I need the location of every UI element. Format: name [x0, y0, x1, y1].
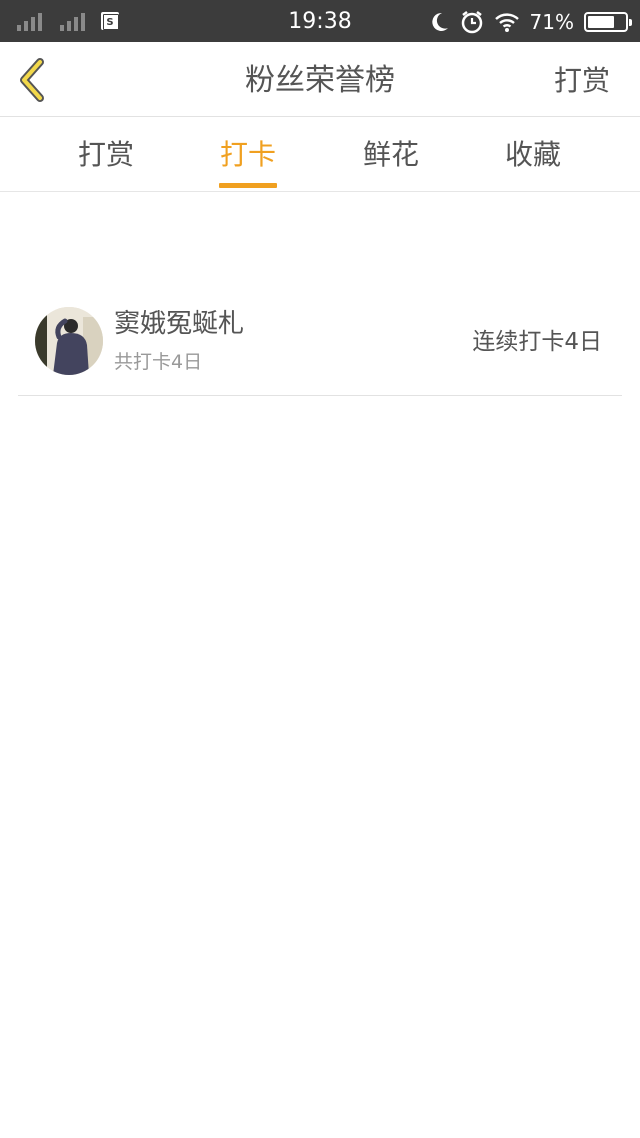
user-name: 窦娥冤蜒札: [114, 309, 245, 339]
page-title: 粉丝荣誉榜: [245, 63, 395, 98]
user-total-checkins: 共打卡4日: [114, 351, 203, 373]
tab-active-indicator: [219, 183, 277, 188]
battery-icon: [584, 12, 632, 32]
tab-favorites[interactable]: 收藏: [462, 117, 604, 192]
avatar[interactable]: [35, 307, 103, 375]
battery-percent: 71%: [529, 10, 574, 34]
tab-checkin[interactable]: 打卡: [177, 117, 319, 192]
alarm-icon: [461, 11, 482, 34]
status-bar: S 19:38 71%: [0, 0, 640, 42]
tab-bar: 打赏 打卡 鲜花 收藏: [0, 117, 640, 192]
battery-fill: [588, 16, 614, 28]
status-right: 71%: [430, 8, 632, 36]
list-item[interactable]: 窦娥冤蜒札 共打卡4日 连续打卡4日: [18, 303, 622, 396]
tab-label: 打赏: [77, 138, 134, 171]
tab-label: 鲜花: [362, 138, 419, 171]
nav-bar: 粉丝荣誉榜 打赏: [0, 42, 640, 117]
moon-icon: [431, 12, 448, 31]
reward-button[interactable]: 打赏: [554, 63, 610, 99]
tab-reward[interactable]: 打赏: [35, 117, 177, 192]
user-streak: 连续打卡4日: [472, 329, 602, 355]
avatar-image: [35, 307, 103, 375]
tab-label: 打卡: [219, 138, 276, 171]
tab-flowers[interactable]: 鲜花: [320, 117, 462, 192]
tab-label: 收藏: [504, 138, 561, 171]
wifi-icon: [494, 13, 519, 32]
